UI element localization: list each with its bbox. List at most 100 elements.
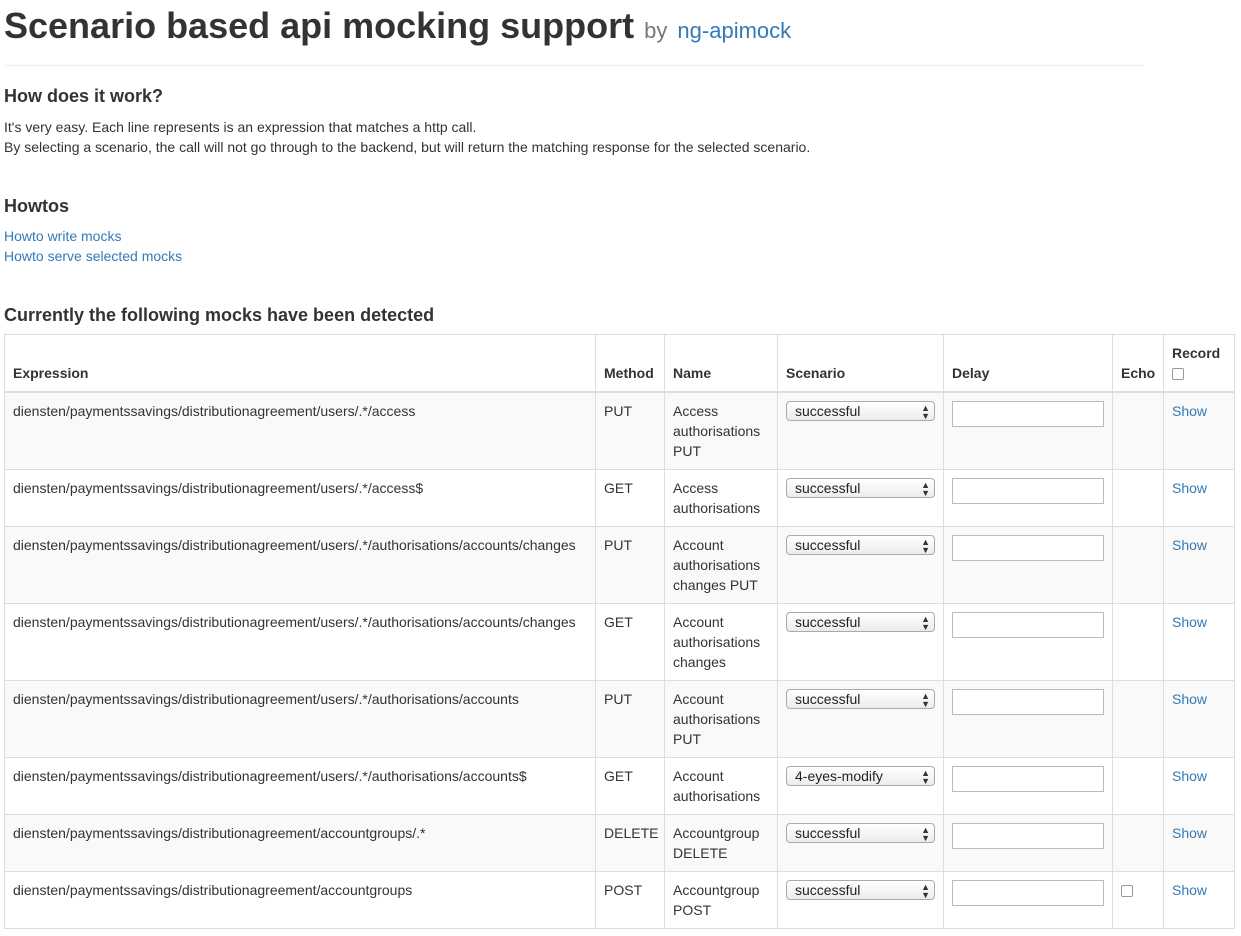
name-cell: Account authorisations PUT [664, 680, 778, 758]
scenario-select[interactable]: successful ▲ ▼ [786, 823, 935, 843]
echo-cell [1112, 757, 1164, 815]
record-cell: Show [1163, 603, 1235, 681]
echo-cell [1112, 871, 1164, 929]
delay-input[interactable] [952, 478, 1104, 504]
howtos-title: Howtos [4, 196, 69, 216]
expression-cell: diensten/paymentssavings/distributionagr… [4, 469, 596, 527]
show-link[interactable]: Show [1172, 480, 1207, 496]
scenario-cell: 4-eyes-modify ▲ ▼ [777, 757, 944, 815]
show-link[interactable]: Show [1172, 691, 1207, 707]
expression-cell: diensten/paymentssavings/distributionagr… [4, 391, 596, 470]
scenario-cell: successful ▲ ▼ [777, 526, 944, 604]
method-cell: POST [595, 871, 665, 929]
table-row: diensten/paymentssavings/distributionagr… [4, 526, 1235, 604]
scenario-cell: successful ▲ ▼ [777, 469, 944, 527]
howto-serve-mocks-link[interactable]: Howto serve selected mocks [4, 246, 1241, 266]
column-header-scenario: Scenario [777, 334, 944, 393]
delay-input[interactable] [952, 689, 1104, 715]
select-arrows-icon: ▲ ▼ [921, 480, 930, 498]
show-link[interactable]: Show [1172, 403, 1207, 419]
scenario-cell: successful ▲ ▼ [777, 814, 944, 872]
expression-cell: diensten/paymentssavings/distributionagr… [4, 526, 596, 604]
record-cell: Show [1163, 680, 1235, 758]
ng-apimock-link[interactable]: ng-apimock [677, 18, 791, 43]
scenario-select[interactable]: successful ▲ ▼ [786, 880, 935, 900]
method-cell: GET [595, 603, 665, 681]
echo-cell [1112, 814, 1164, 872]
how-title: How does it work? [4, 86, 164, 106]
delay-cell [943, 603, 1113, 681]
scenario-select-value: successful [795, 403, 861, 419]
show-link[interactable]: Show [1172, 537, 1207, 553]
scenario-select[interactable]: 4-eyes-modify ▲ ▼ [786, 766, 935, 786]
page-title: Scenario based api mocking support by ng… [4, 0, 1241, 50]
scenario-select[interactable]: successful ▲ ▼ [786, 535, 935, 555]
name-cell: Accountgroup DELETE [664, 814, 778, 872]
column-header-echo: Echo [1112, 334, 1164, 393]
name-cell: Access authorisations [664, 469, 778, 527]
scenario-select-value: successful [795, 825, 861, 841]
record-cell: Show [1163, 757, 1235, 815]
record-cell: Show [1163, 469, 1235, 527]
delay-input[interactable] [952, 535, 1104, 561]
delay-cell [943, 469, 1113, 527]
show-link[interactable]: Show [1172, 825, 1207, 841]
echo-cell [1112, 603, 1164, 681]
table-row: diensten/paymentssavings/distributionagr… [4, 871, 1235, 929]
name-cell: Accountgroup POST [664, 871, 778, 929]
select-arrows-icon: ▲ ▼ [921, 691, 930, 709]
delay-input[interactable] [952, 612, 1104, 638]
method-cell: GET [595, 757, 665, 815]
table-row: diensten/paymentssavings/distributionagr… [4, 814, 1235, 872]
expression-cell: diensten/paymentssavings/distributionagr… [4, 871, 596, 929]
record-cell: Show [1163, 814, 1235, 872]
scenario-select[interactable]: successful ▲ ▼ [786, 612, 935, 632]
column-header-delay: Delay [943, 334, 1113, 393]
table-row: diensten/paymentssavings/distributionagr… [4, 757, 1235, 815]
select-arrows-icon: ▲ ▼ [921, 882, 930, 900]
table-row: diensten/paymentssavings/distributionagr… [4, 680, 1235, 758]
howto-write-mocks-link[interactable]: Howto write mocks [4, 226, 1241, 246]
scenario-select[interactable]: successful ▲ ▼ [786, 478, 935, 498]
delay-cell [943, 871, 1113, 929]
expression-cell: diensten/paymentssavings/distributionagr… [4, 603, 596, 681]
method-cell: PUT [595, 391, 665, 470]
record-cell: Show [1163, 391, 1235, 470]
select-arrows-icon: ▲ ▼ [921, 768, 930, 786]
column-header-method: Method [595, 334, 665, 393]
expression-cell: diensten/paymentssavings/distributionagr… [4, 757, 596, 815]
delay-input[interactable] [952, 766, 1104, 792]
page: Scenario based api mocking support by ng… [0, 0, 1241, 929]
delay-input[interactable] [952, 823, 1104, 849]
scenario-select-value: successful [795, 691, 861, 707]
delay-input[interactable] [952, 880, 1104, 906]
delay-input[interactable] [952, 401, 1104, 427]
show-link[interactable]: Show [1172, 768, 1207, 784]
method-cell: DELETE [595, 814, 665, 872]
intro-text: It's very easy. Each line represents is … [4, 117, 1241, 157]
select-arrows-icon: ▲ ▼ [921, 403, 930, 421]
intro-line-1: It's very easy. Each line represents is … [4, 119, 477, 135]
scenario-cell: successful ▲ ▼ [777, 391, 944, 470]
method-cell: PUT [595, 526, 665, 604]
name-cell: Account authorisations changes [664, 603, 778, 681]
show-link[interactable]: Show [1172, 614, 1207, 630]
expression-cell: diensten/paymentssavings/distributionagr… [4, 814, 596, 872]
scenario-select[interactable]: successful ▲ ▼ [786, 401, 935, 421]
echo-checkbox[interactable] [1121, 885, 1133, 898]
record-all-checkbox[interactable] [1172, 368, 1184, 381]
scenario-select-value: successful [795, 480, 861, 496]
scenario-select-value: successful [795, 882, 861, 898]
mocks-title: Currently the following mocks have been … [4, 305, 435, 325]
echo-cell [1112, 526, 1164, 604]
echo-cell [1112, 680, 1164, 758]
column-header-record: Record [1163, 334, 1235, 393]
name-cell: Account authorisations changes PUT [664, 526, 778, 604]
echo-cell [1112, 391, 1164, 470]
delay-cell [943, 391, 1113, 470]
scenario-select[interactable]: successful ▲ ▼ [786, 689, 935, 709]
scenario-cell: successful ▲ ▼ [777, 603, 944, 681]
scenario-cell: successful ▲ ▼ [777, 871, 944, 929]
record-cell: Show [1163, 871, 1235, 929]
show-link[interactable]: Show [1172, 882, 1207, 898]
